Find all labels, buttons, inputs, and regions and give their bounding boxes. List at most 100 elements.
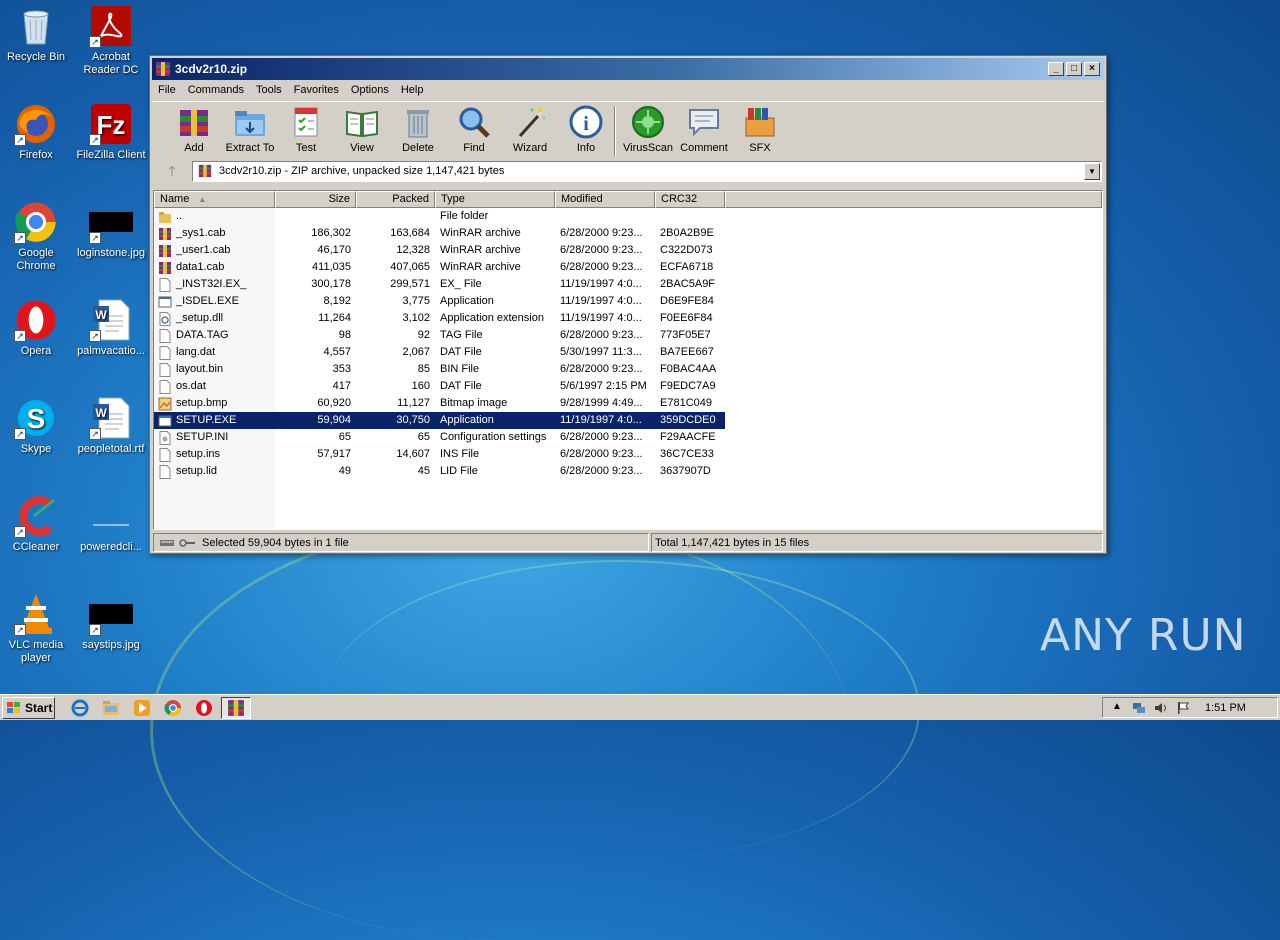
table-row-selected[interactable]: SETUP.EXE 59,904 30,750 Application 11/19/19…	[154, 412, 1102, 429]
table-row[interactable]: _ISDEL.EXE 8,192 3,775 Application 11/19/199…	[154, 293, 1102, 310]
toolbar-test-button[interactable]: Test	[278, 104, 334, 154]
table-row[interactable]: setup.ins 57,917 14,607 INS File 6/28/2000 9…	[154, 446, 1102, 463]
action-center-flag-icon[interactable]	[1175, 701, 1191, 715]
menu-bar: File Commands Tools Favorites Options Help	[150, 80, 1106, 100]
desktop-icon-peopletotal-rtf[interactable]: W ↗ peopletotal.rtf	[75, 396, 147, 456]
cell-filler	[725, 310, 1102, 327]
column-header-type[interactable]: Type	[435, 191, 555, 208]
desktop-icon-skype[interactable]: S ↗ Skype	[0, 396, 72, 456]
taskbar-winrar-button[interactable]	[221, 696, 251, 719]
desktop-icon-poweredcli[interactable]: poweredcli...	[75, 494, 147, 554]
table-row[interactable]: setup.lid 49 45 LID File 6/28/2000 9:23... 36…	[154, 463, 1102, 480]
start-label: Start	[25, 700, 53, 715]
quicklaunch-ie[interactable]	[69, 697, 91, 719]
column-header-filler	[725, 191, 1102, 208]
toolbar-view-button[interactable]: View	[334, 104, 390, 154]
address-field[interactable]: 3cdv2r10.zip - ZIP archive, unpacked siz…	[192, 160, 1102, 182]
cell-crc32: ECFA6718	[660, 261, 714, 273]
column-header-name[interactable]: Name ▲	[154, 191, 275, 208]
up-arrow-icon: 🡑	[168, 163, 176, 179]
chevron-down-icon: ▼	[1088, 166, 1096, 176]
quicklaunch-chrome[interactable]	[162, 697, 184, 719]
table-row[interactable]: _sys1.cab 186,302 163,684 WinRAR archive 6/2…	[154, 225, 1102, 242]
desktop-icon-filezilla-client[interactable]: Fz ↗ FileZilla Client	[75, 102, 147, 162]
maximize-button[interactable]: □	[1066, 62, 1082, 76]
quicklaunch-explorer[interactable]	[100, 697, 122, 719]
minimize-button[interactable]: _	[1048, 62, 1064, 76]
toolbar-virusscan-button[interactable]: VirusScan	[620, 104, 676, 154]
tray-expand-icon[interactable]: ▲	[1109, 701, 1125, 715]
table-row[interactable]: layout.bin 353 85 BIN File 6/28/2000 9:23...…	[154, 361, 1102, 378]
exe-file-icon	[158, 414, 172, 428]
toolbar-find-button[interactable]: Find	[446, 104, 502, 154]
table-row[interactable]: data1.cab 411,035 407,065 WinRAR archive 6/2…	[154, 259, 1102, 276]
menu-file[interactable]: File	[152, 82, 182, 98]
status-bar: Selected 59,904 bytes in 1 file Total 1,…	[153, 533, 1103, 552]
toolbar-extract-to-button[interactable]: Extract To	[222, 104, 278, 154]
column-header-modified[interactable]: Modified	[555, 191, 655, 208]
toolbar-add-button[interactable]: Add	[166, 104, 222, 154]
table-row[interactable]: .. File folder	[154, 208, 1102, 225]
menu-options[interactable]: Options	[345, 82, 395, 98]
table-row[interactable]: os.dat 417 160 DAT File 5/6/1997 2:15 PM F9ED…	[154, 378, 1102, 395]
toolbar-info-button[interactable]: i Info	[558, 104, 614, 154]
opera-icon	[196, 699, 212, 716]
table-row[interactable]: setup.bmp 60,920 11,127 Bitmap image 9/28/19…	[154, 395, 1102, 412]
desktop-icon-label: VLC media player	[8, 639, 64, 664]
file-name: setup.bmp	[176, 397, 228, 409]
column-header-size[interactable]: Size	[275, 191, 356, 208]
address-dropdown-button[interactable]: ▼	[1084, 162, 1100, 180]
cell-name: setup.ins	[154, 446, 275, 463]
toolbar-comment-button[interactable]: Comment	[676, 104, 732, 154]
desktop-icon-vlc-media-player[interactable]: ↗ VLC media player	[0, 592, 72, 665]
cell-name: SETUP.EXE	[154, 412, 275, 429]
up-folder-button[interactable]: 🡑	[152, 160, 192, 182]
cell-filler	[725, 412, 1102, 429]
table-row[interactable]: _user1.cab 46,170 12,328 WinRAR archive 6/28…	[154, 242, 1102, 259]
desktop-icon-acrobat-reader-dc[interactable]: ↗ Acrobat Reader DC	[75, 4, 147, 77]
close-button[interactable]: ×	[1084, 62, 1100, 76]
toolbar-delete-button[interactable]: Delete	[390, 104, 446, 154]
desktop-icon-palmvacatio[interactable]: W ↗ palmvacatio...	[75, 298, 147, 358]
table-row[interactable]: lang.dat 4,557 2,067 DAT File 5/30/1997 11:3…	[154, 344, 1102, 361]
table-row[interactable]: SETUP.INI 65 65 Configuration settings 6/28/…	[154, 429, 1102, 446]
file-list[interactable]: Name ▲ Size Packed Type Modified CRC32 .…	[153, 190, 1103, 530]
clock[interactable]: 1:51 PM	[1205, 702, 1246, 714]
desktop-icon-ccleaner[interactable]: ↗ CCleaner	[0, 494, 72, 554]
column-header-packed[interactable]: Packed	[356, 191, 435, 208]
menu-tools[interactable]: Tools	[250, 82, 288, 98]
cell-crc32: 773F05E7	[660, 329, 711, 341]
file-name: setup.ins	[176, 448, 221, 460]
cell-modified: 5/30/1997 11:3...	[560, 346, 642, 358]
start-button[interactable]: Start	[2, 696, 55, 719]
title-bar[interactable]: 3cdv2r10.zip _ □ ×	[152, 58, 1104, 80]
file-rows: .. File folder _sys1.cab 186,302 163,684 WinR…	[154, 208, 1102, 480]
menu-help[interactable]: Help	[395, 82, 430, 98]
menu-commands[interactable]: Commands	[182, 82, 250, 98]
column-header-crc32[interactable]: CRC32	[655, 191, 725, 208]
cell-name: lang.dat	[154, 344, 275, 361]
quicklaunch-media-player[interactable]	[131, 697, 153, 719]
status-total-text: Total 1,147,421 bytes in 15 files	[655, 536, 810, 549]
table-row[interactable]: DATA.TAG 98 92 TAG File 6/28/2000 9:23... 773…	[154, 327, 1102, 344]
table-row[interactable]: _setup.dll 11,264 3,102 Application extensi…	[154, 310, 1102, 327]
toolbar-sfx-button[interactable]: SFX	[732, 104, 788, 154]
table-row[interactable]: _INST32I.EX_ 300,178 299,571 EX_ File 11/19/…	[154, 276, 1102, 293]
desktop-icon-saystips-jpg[interactable]: ↗ saystips.jpg	[75, 592, 147, 652]
file-name: _user1.cab	[176, 244, 231, 256]
info-icon: i	[568, 104, 604, 140]
desktop-icon-google-chrome[interactable]: ↗ Google Chrome	[0, 200, 72, 273]
cell-type: TAG File	[440, 329, 483, 341]
desktop-icon-loginstone-jpg[interactable]: ↗ loginstone.jpg	[75, 200, 147, 260]
toolbar-wizard-button[interactable]: Wizard	[502, 104, 558, 154]
network-icon[interactable]	[1131, 701, 1147, 715]
status-right: Total 1,147,421 bytes in 15 files	[651, 533, 1103, 552]
desktop-icon-firefox[interactable]: ↗ Firefox	[0, 102, 72, 162]
volume-icon[interactable]	[1153, 701, 1169, 715]
menu-favorites[interactable]: Favorites	[288, 82, 345, 98]
desktop-icon-opera[interactable]: ↗ Opera	[0, 298, 72, 358]
cell-packed: 30,750	[356, 412, 435, 429]
desktop-icon-recycle-bin[interactable]: Recycle Bin	[0, 4, 72, 64]
cell-name: _setup.dll	[154, 310, 275, 327]
quicklaunch-opera[interactable]	[193, 697, 215, 719]
